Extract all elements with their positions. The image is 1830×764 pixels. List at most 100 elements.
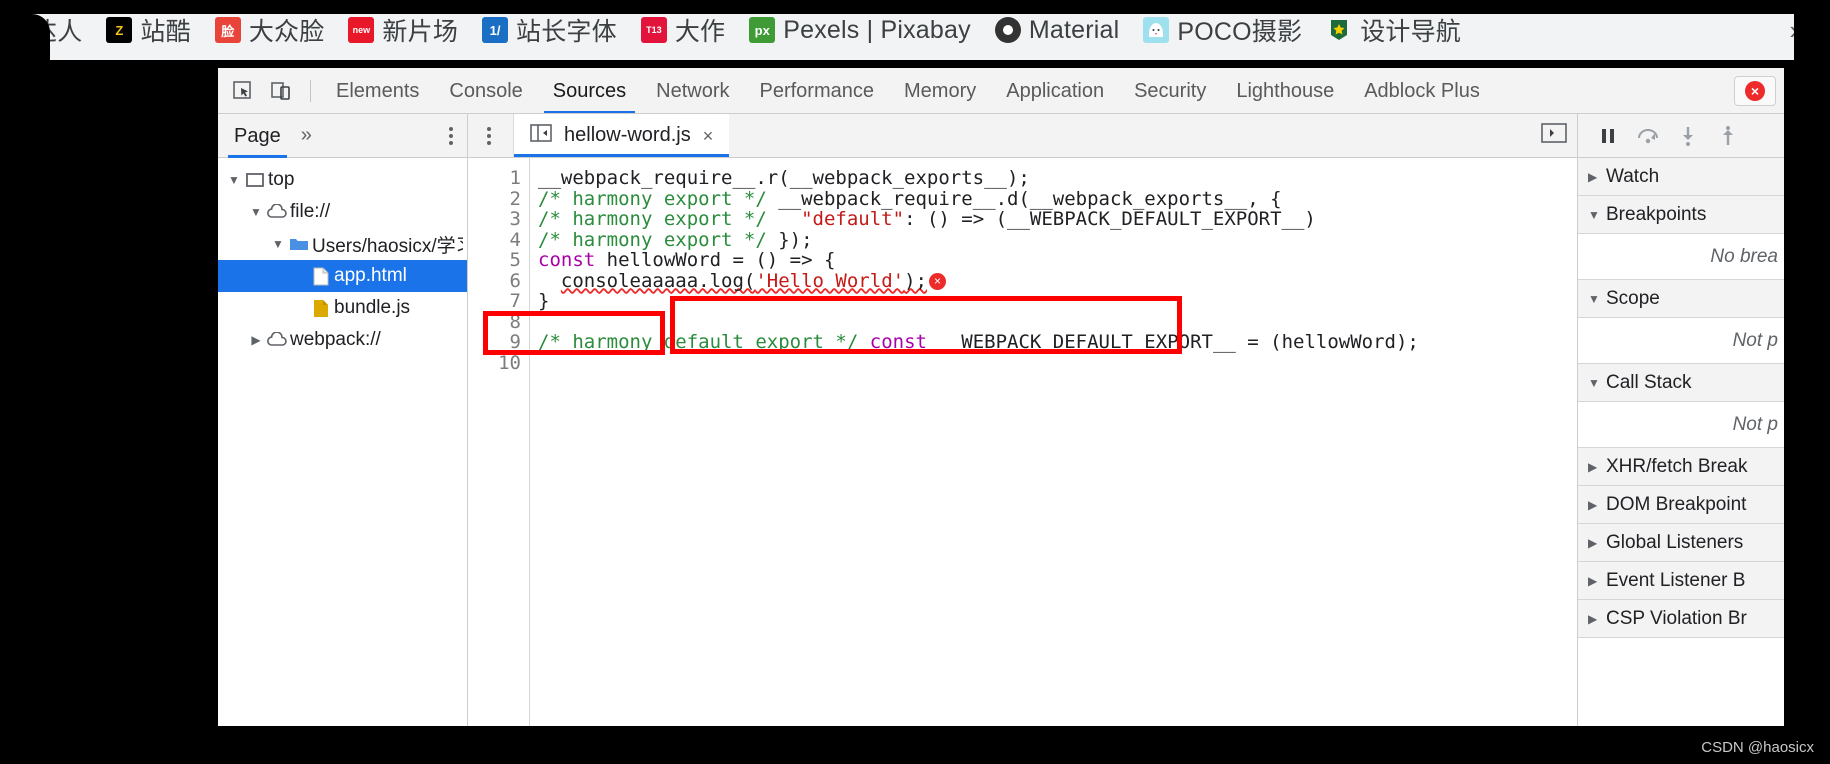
devtools-tab-memory[interactable]: Memory <box>889 68 991 113</box>
line-number: 8 <box>509 310 521 333</box>
debugger-sidebar: ▶ Watch ▼ Breakpoints No brea ▼ Scope Not p ▼ Cal… <box>1578 114 1784 728</box>
more-options-icon[interactable] <box>449 126 457 145</box>
debugger-section-event-listener-b[interactable]: ▶ Event Listener B <box>1578 562 1784 600</box>
devtools-tab-security[interactable]: Security <box>1119 68 1221 113</box>
devtools-tab-application[interactable]: Application <box>991 68 1119 113</box>
debugger-section-global-listeners[interactable]: ▶ Global Listeners <box>1578 524 1784 562</box>
bookmark-label: 站酷 <box>140 18 191 46</box>
bookmark-item[interactable]: 1/站长字体 <box>470 10 629 50</box>
debugger-toolbar <box>1578 114 1784 158</box>
file-tree-item[interactable]: ▶ webpack:// <box>218 324 467 356</box>
error-count-badge[interactable]: × <box>1734 75 1776 106</box>
dazuo-icon: T13 <box>640 17 667 43</box>
navigator-tab-page[interactable]: Page <box>228 114 287 158</box>
devtools-tab-adblock-plus[interactable]: Adblock Plus <box>1349 68 1495 113</box>
chevron-down-icon[interactable]: ▼ <box>1588 376 1606 390</box>
file-tree-label: file:// <box>290 201 331 222</box>
bookmark-item[interactable]: POCO摄影 <box>1131 10 1314 50</box>
close-icon[interactable]: × <box>703 127 714 145</box>
code-line[interactable]: /* harmony export */ }); <box>538 229 1577 251</box>
debugger-section-watch[interactable]: ▶ Watch <box>1578 158 1784 196</box>
chevron-down-icon[interactable]: ▼ <box>270 237 286 251</box>
debugger-section-label: DOM Breakpoint <box>1606 493 1747 515</box>
chevron-down-icon[interactable]: ▼ <box>1588 208 1606 222</box>
debugger-section-breakpoints[interactable]: ▼ Breakpoints <box>1578 196 1784 234</box>
devtools-tab-elements[interactable]: Elements <box>321 68 434 113</box>
debugger-section-label: XHR/fetch Break <box>1606 455 1748 477</box>
file-tree-item[interactable]: app.html <box>218 260 467 292</box>
code-line[interactable]: } <box>538 291 1577 312</box>
chevron-down-icon[interactable]: ▼ <box>248 205 264 219</box>
show-navigator-panel-icon[interactable] <box>530 123 552 149</box>
bookmark-item[interactable]: new 新片场 <box>336 10 470 50</box>
file-tree-label: app.html <box>334 265 407 286</box>
chevron-right-icon[interactable]: ▶ <box>1588 536 1606 550</box>
line-number: 5 <box>509 249 521 271</box>
editor-file-tab[interactable]: hellow-word.js × <box>514 114 730 157</box>
toolbar-divider <box>310 79 311 102</box>
chevron-down-icon[interactable]: ▼ <box>226 173 242 187</box>
devtools-tab-lighthouse[interactable]: Lighthouse <box>1221 68 1349 113</box>
bookmark-item[interactable]: 设计导航 <box>1314 10 1473 50</box>
bookmark-item[interactable]: 脸大众脸 <box>203 10 337 50</box>
devtools-tab-console[interactable]: Console <box>434 68 537 113</box>
code-line[interactable] <box>538 353 1577 374</box>
devtools-tab-sources[interactable]: Sources <box>538 68 641 113</box>
code-line[interactable] <box>538 312 1577 333</box>
inspect-element-icon[interactable] <box>224 72 262 110</box>
bookmark-item[interactable]: T13 大作 <box>629 10 737 50</box>
chevron-down-icon[interactable]: ▼ <box>1588 292 1606 306</box>
cloud-icon <box>264 332 290 348</box>
file-tree-item[interactable]: ▼ top <box>218 164 467 196</box>
code-editor-area[interactable]: 1 2 3 4 5 6 7 8 9 10 __webpack_require__.r(__webp… <box>468 158 1577 728</box>
step-over-icon[interactable] <box>1630 118 1666 154</box>
bookmark-label: 设计导航 <box>1360 18 1461 46</box>
devtools-tab-performance[interactable]: Performance <box>745 68 890 113</box>
devtools-tab-network[interactable]: Network <box>641 68 744 113</box>
code-line[interactable]: consoleaaaaa.log('Hello World'); × <box>538 270 1577 292</box>
code-line[interactable]: /* harmony export */ __webpack_require__… <box>538 188 1577 210</box>
file-tree-item[interactable]: ▼ file:// <box>218 196 467 228</box>
chevron-right-icon[interactable]: ▶ <box>1588 170 1606 184</box>
device-toolbar-icon[interactable] <box>262 72 300 110</box>
debugger-section-label: Event Listener B <box>1606 569 1746 591</box>
watermark-text: CSDN @haosicx <box>1701 739 1814 756</box>
bookmark-item[interactable]: Material <box>983 10 1132 50</box>
devtools-main-toolbar: Elements Console Sources Network Performance… <box>218 68 1784 114</box>
chevron-right-icon[interactable]: ▶ <box>1588 460 1606 474</box>
debugger-section-dom-breakpoint[interactable]: ▶ DOM Breakpoint <box>1578 486 1784 524</box>
debugger-section-xhr-fetch-break[interactable]: ▶ XHR/fetch Break <box>1578 448 1784 486</box>
new-icon: new <box>348 17 375 43</box>
editor-tabbar-right <box>1541 114 1577 157</box>
step-into-icon[interactable] <box>1670 118 1706 154</box>
code-line[interactable]: /* harmony export */ "default": () => (_… <box>538 209 1577 230</box>
line-number: 9 <box>509 331 521 353</box>
design-nav-icon <box>1326 17 1352 43</box>
code-line[interactable]: /* harmony default export */ const __WEB… <box>538 332 1577 353</box>
line-number: 6 <box>509 269 521 292</box>
debugger-section-csp-violation-br[interactable]: ▶ CSP Violation Br <box>1578 600 1784 638</box>
navigator-more-tabs-icon[interactable]: » <box>301 124 312 147</box>
sources-navigator-panel: Page » ▼ top ▼ file:// ▼ Users/haosicx/学习 app.… <box>218 114 468 728</box>
code-line[interactable]: const hellowWord = () => { <box>538 250 1577 271</box>
step-out-icon[interactable] <box>1710 118 1746 154</box>
bookmark-label: POCO摄影 <box>1177 18 1303 46</box>
code-line[interactable]: __webpack_require__.r(__webpack_exports_… <box>538 168 1577 189</box>
file-tree-item[interactable]: bundle.js <box>218 292 467 324</box>
debugger-section-label: Breakpoints <box>1606 203 1707 225</box>
debugger-section-scope[interactable]: ▼ Scope <box>1578 280 1784 318</box>
chevron-right-icon[interactable]: ▶ <box>248 333 264 347</box>
bookmark-item[interactable]: px Pexels | Pixabay <box>737 10 983 50</box>
bookmark-item[interactable]: Z 站酷 <box>94 10 202 50</box>
chevron-right-icon[interactable]: ▶ <box>1588 498 1606 512</box>
show-debugger-icon[interactable] <box>1541 122 1567 149</box>
show-navigator-icon[interactable] <box>468 114 514 157</box>
pause-icon[interactable] <box>1590 118 1626 154</box>
file-tree-item[interactable]: ▼ Users/haosicx/学习 <box>218 228 467 260</box>
debugger-section-call-stack[interactable]: ▼ Call Stack <box>1578 364 1784 402</box>
material-icon <box>994 17 1021 43</box>
chevron-right-icon[interactable]: ▶ <box>1588 612 1606 626</box>
code-content[interactable]: __webpack_require__.r(__webpack_exports_… <box>530 158 1577 728</box>
chevron-right-icon[interactable]: ▶ <box>1588 574 1606 588</box>
file-tree-label: top <box>268 169 295 190</box>
